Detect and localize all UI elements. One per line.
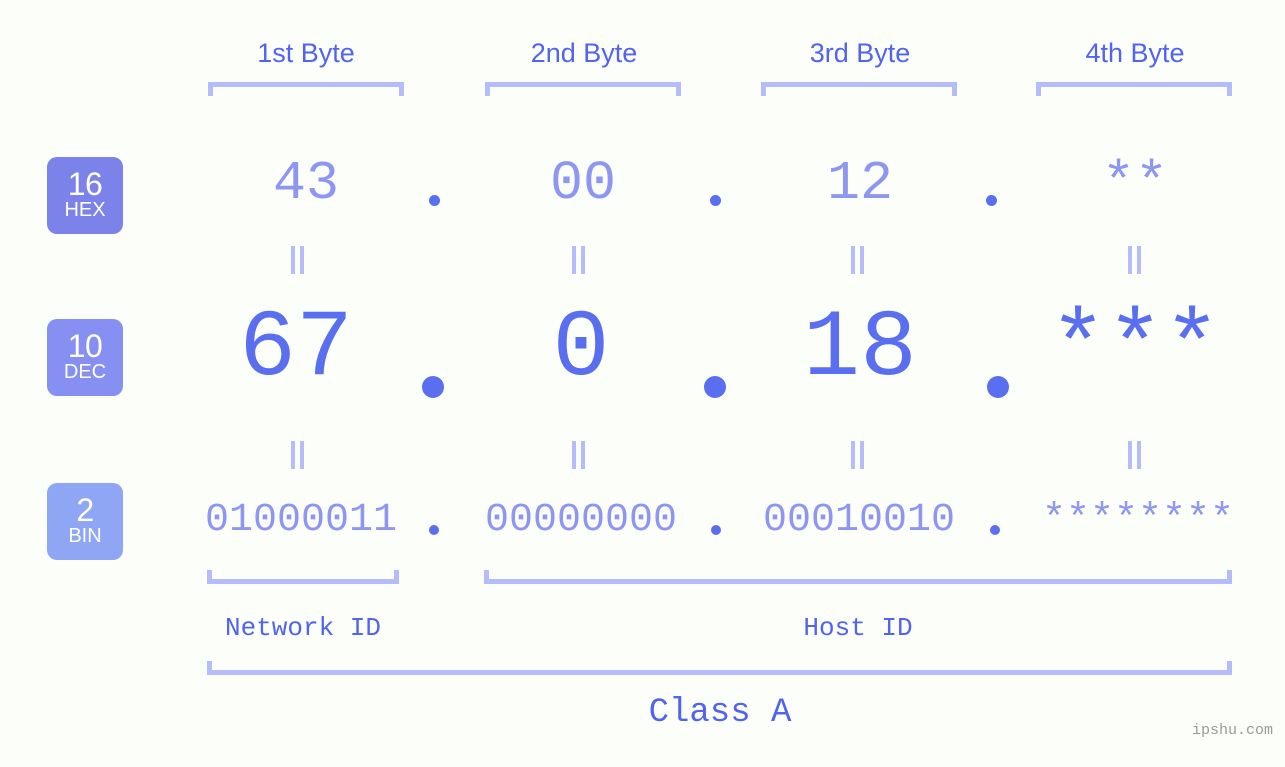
base-badge-bin: 2 BIN [47,483,123,560]
equals-icon-dec-bin-2 [570,441,588,469]
equals-icon-hex-dec-2 [570,246,588,274]
byte-header-1: 1st Byte [257,38,355,68]
dec-separator-dot-3 [987,376,1009,398]
equals-icon-hex-dec-1 [289,246,307,274]
byte-bracket-top-3 [761,82,957,96]
byte-header-2: 2nd Byte [530,38,638,68]
byte-bracket-top-1 [208,82,404,96]
dec-byte-1: 67 [238,295,354,403]
ip-address-breakdown-diagram: 1st Byte 2nd Byte 3rd Byte 4th Byte 16 H… [0,0,1285,767]
base-badge-dec-tag: DEC [63,361,107,383]
hex-byte-1: 43 [272,152,339,215]
base-badge-dec-number: 10 [67,328,103,364]
bin-byte-4: ******** [1041,498,1235,543]
hex-separator-dot-1 [429,195,440,206]
equals-icon-dec-bin-1 [289,441,307,469]
byte-header-4: 4th Byte [1085,38,1185,68]
byte-bracket-top-4 [1036,82,1232,96]
host-id-label: Host ID [803,613,913,643]
hex-separator-dot-2 [710,195,721,206]
bin-separator-dot-2 [711,525,721,535]
bin-byte-3: 00010010 [762,498,956,543]
equals-icon-dec-bin-4 [1126,441,1144,469]
hex-byte-4: ** [1101,152,1168,215]
hex-separator-dot-3 [986,195,997,206]
dec-separator-dot-2 [704,376,726,398]
hex-byte-3: 12 [826,152,893,215]
watermark: ipshu.com [1191,722,1273,739]
equals-icon-hex-dec-4 [1126,246,1144,274]
equals-icon-hex-dec-3 [849,246,867,274]
base-badge-hex: 16 HEX [47,157,123,234]
bin-separator-dot-3 [990,525,1000,535]
network-id-bracket [207,570,399,584]
hex-byte-2: 00 [549,152,616,215]
base-badge-bin-tag: BIN [68,525,102,547]
bin-byte-1: 01000011 [204,498,398,543]
equals-icon-dec-bin-3 [849,441,867,469]
network-id-label: Network ID [224,613,382,643]
class-label: Class A [648,694,792,732]
dec-byte-2: 0 [552,295,610,403]
dec-byte-4: *** [1049,295,1221,403]
base-badge-hex-number: 16 [67,166,103,202]
dec-byte-3: 18 [802,295,918,403]
class-bracket [207,661,1232,675]
byte-header-3: 3rd Byte [809,38,911,68]
base-badge-dec: 10 DEC [47,319,123,396]
base-badge-hex-tag: HEX [64,199,106,221]
byte-bracket-top-2 [485,82,681,96]
bin-byte-2: 00000000 [484,498,678,543]
host-id-bracket [484,570,1232,584]
dec-separator-dot-1 [422,376,444,398]
base-badge-bin-number: 2 [76,492,94,528]
bin-separator-dot-1 [429,525,439,535]
